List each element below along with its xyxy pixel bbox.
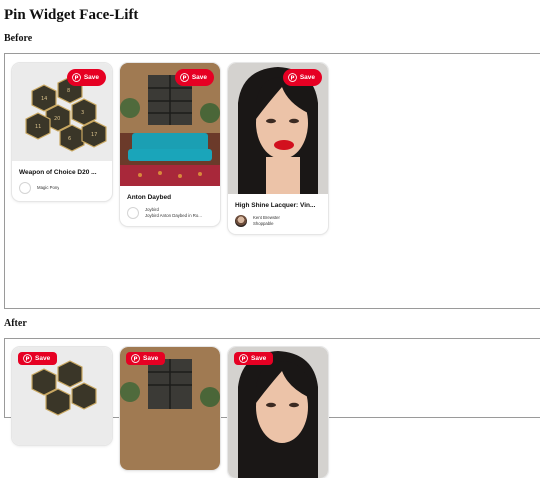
pin-card[interactable]: P Save High Shine Lacquer: Vin... Kent B…: [228, 63, 328, 234]
pinterest-p-icon: P: [239, 354, 248, 363]
pinterest-p-icon: P: [179, 73, 189, 82]
svg-text:3: 3: [81, 110, 84, 116]
save-button-label: Save: [35, 355, 51, 362]
save-button[interactable]: P Save: [234, 352, 274, 365]
before-widget-frame: 14 8 20 3 11 6 17 P Save Weapon of Choice D20…: [4, 53, 540, 309]
svg-text:P: P: [26, 356, 30, 362]
svg-text:6: 6: [68, 136, 71, 142]
section-heading-before: Before: [4, 33, 33, 44]
pin-attribution[interactable]: Joybird Joybird Anton Daybed in Ro...: [127, 207, 214, 219]
pin-image[interactable]: P Save: [228, 347, 328, 478]
svg-text:P: P: [74, 75, 78, 81]
save-button[interactable]: P Save: [66, 69, 106, 86]
save-button[interactable]: P Save: [126, 352, 166, 365]
svg-text:P: P: [134, 356, 138, 362]
pinterest-p-icon: P: [71, 73, 81, 82]
portrait-photo: [228, 347, 328, 478]
save-button-label: Save: [191, 74, 207, 81]
page-title: Pin Widget Face-Lift: [4, 7, 139, 23]
pin-title[interactable]: Weapon of Choice D20 ...: [19, 169, 105, 176]
save-button-label: Save: [143, 355, 159, 362]
save-button[interactable]: P Save: [18, 352, 58, 365]
section-heading-after: After: [4, 318, 27, 329]
pin-attribution[interactable]: Magic Pony: [19, 182, 106, 194]
pin-image[interactable]: P Save: [120, 347, 220, 470]
svg-text:17: 17: [91, 132, 97, 138]
svg-text:8: 8: [67, 88, 70, 94]
pin-image[interactable]: 14 8 20 3 11 6 17 P Save: [12, 63, 112, 161]
save-button-label: Save: [83, 74, 99, 81]
pin-image[interactable]: P Save: [228, 63, 328, 194]
pin-attribution[interactable]: Kent Brewster Shoppable: [235, 215, 322, 227]
pin-card[interactable]: P Save: [120, 347, 220, 470]
pin-title[interactable]: High Shine Lacquer: Vin...: [235, 202, 321, 209]
pin-card[interactable]: P Save Anton Daybed Joybird Joybird Anto…: [120, 63, 220, 226]
svg-text:P: P: [242, 356, 246, 362]
pin-title[interactable]: Anton Daybed: [127, 194, 213, 201]
save-button-label: Save: [251, 355, 267, 362]
pin-card[interactable]: 14 8 20 3 11 6 17 P Save Weapon of Choice D20…: [12, 63, 112, 201]
save-button-label: Save: [299, 74, 315, 81]
attribution-board: Shoppable: [253, 221, 274, 226]
svg-text:11: 11: [35, 124, 41, 130]
pinterest-p-icon: P: [23, 354, 32, 363]
attribution-name: Magic Pony: [37, 185, 60, 191]
svg-text:P: P: [182, 75, 186, 81]
pin-card[interactable]: P Save: [228, 347, 328, 478]
pin-image[interactable]: P Save: [12, 347, 112, 445]
svg-text:14: 14: [41, 96, 47, 102]
svg-text:P: P: [290, 75, 294, 81]
save-button[interactable]: P Save: [174, 69, 214, 86]
pinterest-p-icon: P: [131, 354, 140, 363]
svg-text:20: 20: [54, 116, 60, 122]
attribution-board: Joybird Anton Daybed in Ro...: [145, 213, 202, 218]
pinterest-p-icon: P: [287, 73, 297, 82]
avatar: [235, 215, 247, 227]
daybed-photo: [120, 347, 220, 470]
avatar: [127, 207, 139, 219]
pin-card[interactable]: P Save: [12, 347, 112, 445]
pin-image[interactable]: P Save: [120, 63, 220, 186]
save-button[interactable]: P Save: [282, 69, 322, 86]
avatar: [19, 182, 31, 194]
after-widget-frame: P Save P Save P Save: [4, 338, 540, 478]
